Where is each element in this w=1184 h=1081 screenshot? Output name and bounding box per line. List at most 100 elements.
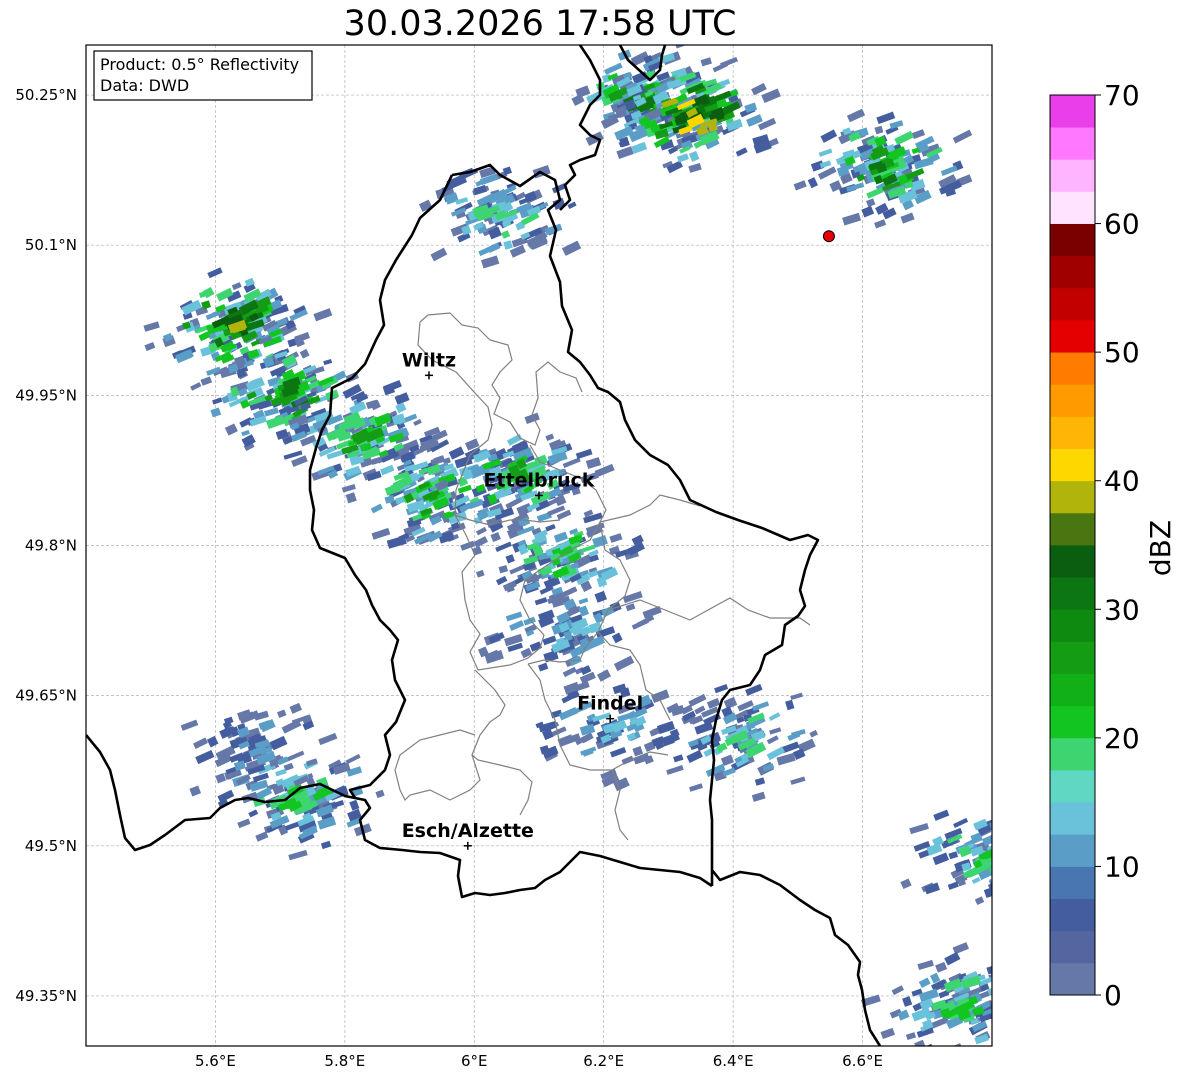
info-product: Product: 0.5° Reflectivity <box>100 55 299 74</box>
echo-pixel <box>1014 1009 1029 1021</box>
echo-pixel <box>1021 1009 1034 1019</box>
echo-pixel <box>1011 986 1020 994</box>
colorbar-tick-label: 10 <box>1104 850 1140 883</box>
echo-pixel <box>1017 893 1034 907</box>
colorbar-swatch <box>1050 770 1095 803</box>
lon-tick-label: 6.6°E <box>842 1052 883 1070</box>
lon-tick-label: 6°E <box>461 1052 488 1070</box>
info-box: Product: 0.5° Reflectivity Data: DWD <box>93 50 313 101</box>
colorbar-swatch <box>1050 898 1095 932</box>
echo-pixel <box>997 842 1014 854</box>
echo-pixel <box>995 847 1009 857</box>
colorbar-swatch <box>1050 866 1095 899</box>
radar-site <box>822 230 835 243</box>
colorbar-swatch <box>1050 930 1095 964</box>
colorbar-swatch <box>1050 834 1095 867</box>
colorbar-tick-label: 30 <box>1104 593 1140 626</box>
echo-pixel <box>1026 860 1039 869</box>
radar-site-marker <box>822 230 835 243</box>
echo-pixel <box>991 877 992 890</box>
echo-pixel <box>1007 845 1018 854</box>
echo-pixel <box>995 840 1009 853</box>
colorbar: 0 10 20 30 40 50 60 70 dBZ <box>1049 79 1177 1012</box>
lon-tick-label: 6.2°E <box>583 1052 624 1070</box>
colorbar-label: dBZ <box>1144 520 1177 576</box>
city-label: Findel <box>577 693 643 715</box>
colorbar-swatch <box>1050 416 1095 449</box>
lat-tick-label: 50.1°N <box>25 236 77 254</box>
echo-pixel <box>993 997 1007 1010</box>
echo-pixel <box>998 887 1009 895</box>
info-data-source: Data: DWD <box>100 76 189 95</box>
echo-pixel <box>1029 833 1046 845</box>
colorbar-swatch <box>1050 609 1095 642</box>
echo-pixel <box>1012 871 1024 880</box>
radar-map-figure: Wiltz Ettelbruck Findel Esch/Alzette 5.6°E 5… <box>15 44 1177 1070</box>
colorbar-swatch <box>1050 480 1095 514</box>
lon-tick-label: 5.8°E <box>324 1052 365 1070</box>
echo-pixel <box>1003 834 1020 847</box>
city-label: Wiltz <box>402 349 456 371</box>
colorbar-swatch <box>1050 127 1095 160</box>
colorbar-swatch <box>1050 255 1095 289</box>
lat-tick-label: 49.65°N <box>15 687 77 705</box>
colorbar-tick-label: 70 <box>1104 79 1140 112</box>
echo-pixel <box>1017 825 1027 833</box>
echo-pixel <box>1034 1022 1046 1031</box>
colorbar-swatch <box>1050 577 1095 610</box>
city-label: Ettelbruck <box>484 469 595 491</box>
colorbar-swatch <box>1050 95 1095 128</box>
echo-pixel <box>1032 983 1046 993</box>
echo-pixel <box>1008 857 1021 866</box>
colorbar-swatch <box>1050 673 1095 707</box>
colorbar-swatch <box>1050 512 1095 546</box>
echo-pixel <box>1005 990 1020 1003</box>
lon-tick-label: 6.4°E <box>713 1052 754 1070</box>
echo-pixel <box>998 821 1008 830</box>
echo-pixel <box>997 879 1017 892</box>
echo-pixel <box>1027 891 1036 900</box>
echo-pixel <box>1002 833 1011 841</box>
colorbar-swatch <box>1050 641 1095 674</box>
echo-pixel <box>1006 854 1018 861</box>
colorbar-tick-label: 60 <box>1104 208 1140 241</box>
lat-tick-label: 49.8°N <box>25 537 77 555</box>
echo-pixel <box>1010 865 1028 877</box>
colorbar-swatch <box>1050 191 1095 224</box>
colorbar-swatch <box>1050 737 1095 771</box>
colorbar-swatch <box>1050 705 1095 739</box>
echo-pixel <box>1009 1009 1019 1018</box>
colorbar-swatch <box>1050 448 1095 482</box>
colorbar-swatch <box>1050 384 1095 417</box>
echo-pixel <box>1018 855 1028 864</box>
echo-pixel <box>1011 846 1023 856</box>
colorbar-swatch <box>1050 223 1095 257</box>
echo-pixel <box>1001 987 1017 998</box>
echo-pixel <box>1017 1005 1037 1020</box>
colorbar-swatch <box>1050 159 1095 192</box>
echo-pixel <box>1010 834 1022 845</box>
echo-pixel <box>1014 1041 1027 1053</box>
colorbar-swatches <box>1050 95 1095 996</box>
lat-tick-label: 49.95°N <box>15 386 77 404</box>
colorbar-ticks: 0 10 20 30 40 50 60 70 <box>1095 79 1140 1012</box>
colorbar-swatch <box>1050 802 1095 835</box>
echo-pixel <box>1019 891 1036 900</box>
colorbar-swatch <box>1050 962 1095 996</box>
colorbar-tick-label: 50 <box>1104 336 1140 369</box>
echo-pixel <box>994 831 1013 841</box>
colorbar-tick-label: 0 <box>1104 979 1122 1012</box>
colorbar-swatch <box>1050 352 1095 385</box>
colorbar-swatch <box>1050 287 1095 321</box>
lat-tick-label: 49.5°N <box>25 837 77 855</box>
lat-tick-label: 50.25°N <box>15 86 77 104</box>
echo-pixel <box>993 828 1010 840</box>
colorbar-swatch <box>1050 320 1095 353</box>
lat-tick-label: 49.35°N <box>15 987 77 1005</box>
colorbar-tick-label: 40 <box>1104 465 1140 498</box>
echo-pixel <box>1006 843 1024 854</box>
city-label: Esch/Alzette <box>402 820 534 842</box>
colorbar-swatch <box>1050 545 1095 578</box>
echo-pixel <box>997 883 1007 892</box>
lon-tick-label: 5.6°E <box>195 1052 236 1070</box>
